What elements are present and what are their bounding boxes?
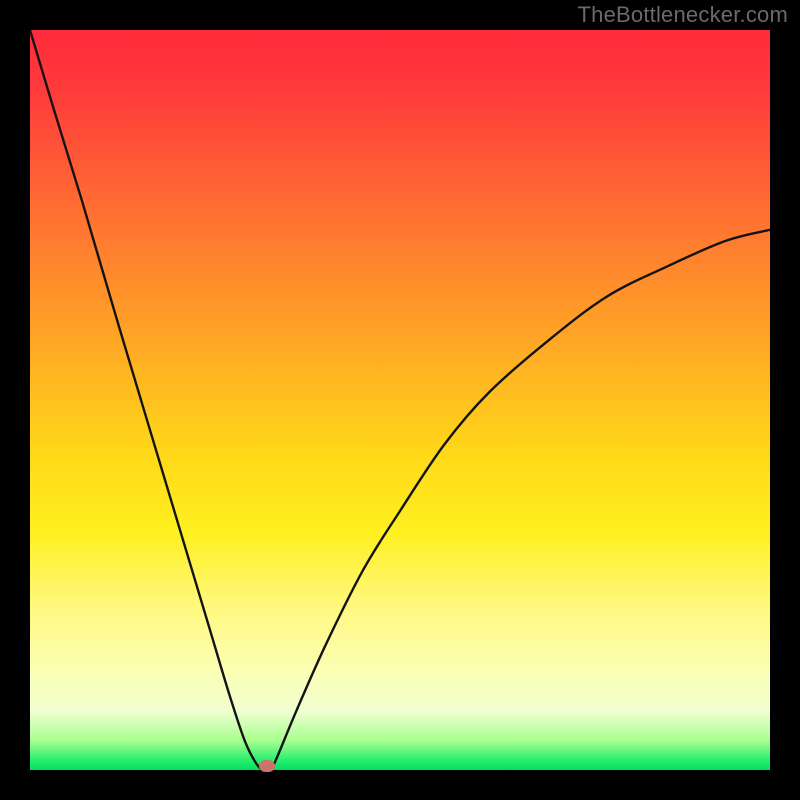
- bottleneck-curve: [30, 30, 770, 770]
- chart-frame: TheBottlenecker.com: [0, 0, 800, 800]
- optimum-marker: [259, 760, 275, 772]
- plot-area: [30, 30, 770, 770]
- watermark-text: TheBottlenecker.com: [578, 2, 788, 28]
- curve-svg: [30, 30, 770, 770]
